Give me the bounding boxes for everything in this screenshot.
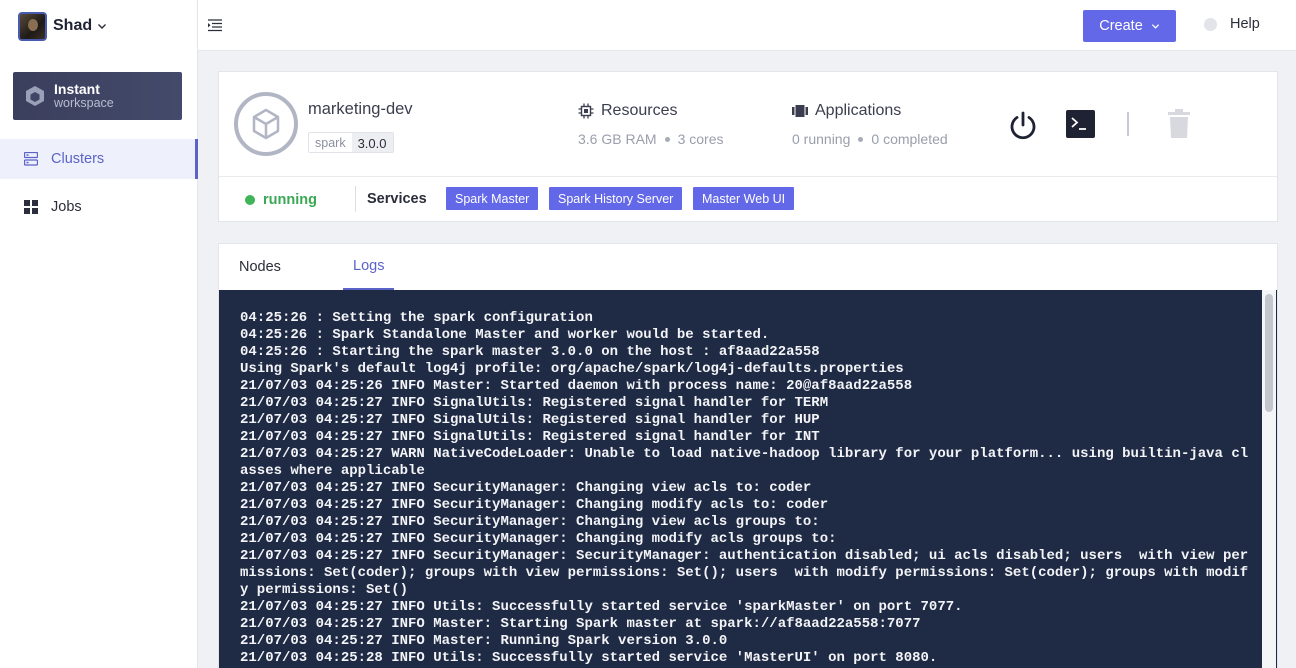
log-line: 21/07/03 04:25:27 INFO SecurityManager: … bbox=[240, 531, 837, 547]
status-label: running bbox=[263, 192, 317, 208]
running-count: 0 running bbox=[792, 131, 851, 147]
avatar bbox=[18, 11, 47, 41]
log-line: Using Spark's default log4j profile: org… bbox=[240, 361, 904, 377]
log-line: 21/07/03 04:25:27 INFO SignalUtils: Regi… bbox=[240, 412, 820, 428]
terminal-icon[interactable] bbox=[1066, 110, 1095, 138]
resources-title: Resources bbox=[601, 102, 678, 119]
log-line: 04:25:26 : Setting the spark configurati… bbox=[240, 310, 593, 326]
log-viewer[interactable]: 04:25:26 : Setting the spark configurati… bbox=[219, 290, 1277, 668]
ram-value: 3.6 GB RAM bbox=[578, 131, 657, 147]
sidebar-item-jobs[interactable]: Jobs bbox=[0, 187, 198, 227]
log-line: 21/07/03 04:25:27 INFO SecurityManager: … bbox=[240, 497, 829, 513]
cores-value: 3 cores bbox=[677, 131, 724, 147]
spark-history-server-button[interactable]: Spark History Server bbox=[549, 187, 683, 210]
workspace-title: Instant bbox=[54, 81, 100, 97]
tag-key: spark bbox=[315, 136, 346, 150]
version-tag: spark 3.0.0 bbox=[308, 132, 394, 153]
user-menu[interactable]: Shad bbox=[18, 11, 107, 41]
menu-collapse-icon[interactable] bbox=[208, 19, 222, 32]
cluster-card: marketing-dev spark 3.0.0 Resources 3.6 … bbox=[218, 71, 1278, 222]
tag-value: 3.0.0 bbox=[351, 133, 393, 152]
status-dot bbox=[245, 195, 255, 205]
log-line: 04:25:26 : Spark Standalone Master and w… bbox=[240, 327, 770, 343]
log-scrollbar[interactable] bbox=[1262, 290, 1276, 668]
detail-panel: Nodes Logs 04:25:26 : Setting the spark … bbox=[218, 243, 1278, 668]
cluster-logo bbox=[234, 92, 298, 156]
log-line: 21/07/03 04:25:27 INFO SignalUtils: Regi… bbox=[240, 395, 829, 411]
trash-icon[interactable] bbox=[1168, 109, 1190, 138]
status-badge: running bbox=[245, 192, 317, 208]
sidebar: Shad Instant workspace Clusters Jobs bbox=[0, 0, 198, 668]
actions-divider bbox=[1127, 112, 1129, 136]
log-line: 21/07/03 04:25:27 INFO Master: Running S… bbox=[240, 633, 728, 649]
log-line: 21/07/03 04:25:27 WARN NativeCodeLoader:… bbox=[240, 446, 1249, 479]
create-button-label: Create bbox=[1099, 18, 1143, 34]
log-line: 21/07/03 04:25:27 INFO SecurityManager: … bbox=[240, 548, 1249, 598]
scroll-thumb[interactable] bbox=[1265, 294, 1273, 412]
applications-icon bbox=[792, 105, 808, 117]
log-line: 21/07/03 04:25:27 INFO Utils: Successful… bbox=[240, 599, 963, 615]
log-line: 21/07/03 04:25:27 INFO SecurityManager: … bbox=[240, 514, 820, 530]
chevron-down-icon bbox=[1151, 23, 1159, 29]
hexagon-icon bbox=[26, 86, 44, 106]
sidebar-item-label: Clusters bbox=[51, 151, 105, 167]
topbar: Create Help bbox=[198, 0, 1296, 51]
grid-icon bbox=[24, 200, 38, 214]
user-name: Shad bbox=[53, 17, 93, 34]
resources-stat: Resources 3.6 GB RAM 3 cores bbox=[578, 102, 724, 147]
sidebar-item-label: Jobs bbox=[51, 199, 82, 215]
log-line: 21/07/03 04:25:26 INFO Master: Started d… bbox=[240, 378, 913, 394]
help-label: Help bbox=[1230, 16, 1260, 32]
applications-stat: Applications 0 running 0 completed bbox=[792, 102, 948, 147]
tab-logs[interactable]: Logs bbox=[343, 244, 395, 290]
chevron-down-icon bbox=[98, 24, 107, 29]
cpu-icon bbox=[578, 103, 594, 119]
power-icon[interactable] bbox=[1007, 109, 1039, 141]
log-line: 21/07/03 04:25:27 INFO SecurityManager: … bbox=[240, 480, 812, 496]
help-icon bbox=[1204, 17, 1217, 31]
sidebar-item-clusters[interactable]: Clusters bbox=[0, 139, 198, 179]
log-line: 21/07/03 04:25:28 INFO Utils: Successful… bbox=[240, 650, 938, 666]
workspace-subtitle: workspace bbox=[54, 96, 114, 110]
cube-icon bbox=[252, 108, 280, 140]
server-icon bbox=[24, 152, 38, 166]
workspace-switcher[interactable]: Instant workspace bbox=[13, 72, 182, 120]
help-button[interactable]: Help bbox=[1204, 16, 1260, 32]
cluster-name: marketing-dev bbox=[308, 100, 413, 118]
applications-title: Applications bbox=[815, 102, 902, 119]
log-content: 04:25:26 : Setting the spark configurati… bbox=[240, 310, 1250, 667]
log-line: 21/07/03 04:25:27 INFO Master: Starting … bbox=[240, 616, 921, 632]
create-button[interactable]: Create bbox=[1083, 10, 1176, 42]
tab-nodes[interactable]: Nodes bbox=[239, 244, 281, 290]
spark-master-button[interactable]: Spark Master bbox=[446, 187, 539, 210]
services-label: Services bbox=[367, 191, 427, 207]
log-line: 21/07/03 04:25:27 INFO SignalUtils: Regi… bbox=[240, 429, 820, 445]
log-line: 04:25:26 : Starting the spark master 3.0… bbox=[240, 344, 820, 360]
completed-count: 0 completed bbox=[871, 131, 948, 147]
master-web-ui-button[interactable]: Master Web UI bbox=[693, 187, 795, 210]
